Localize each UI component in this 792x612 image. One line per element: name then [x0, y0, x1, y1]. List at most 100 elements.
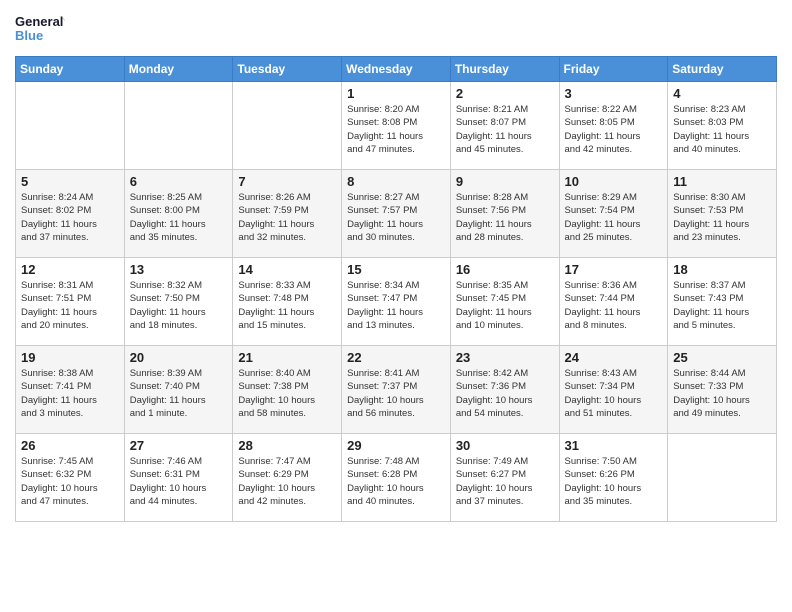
day-number: 8 — [347, 174, 445, 189]
day-number: 21 — [238, 350, 336, 365]
day-number: 7 — [238, 174, 336, 189]
day-cell: 18Sunrise: 8:37 AM Sunset: 7:43 PM Dayli… — [668, 258, 777, 346]
svg-text:Blue: Blue — [15, 28, 43, 43]
day-number: 29 — [347, 438, 445, 453]
day-number: 22 — [347, 350, 445, 365]
day-number: 18 — [673, 262, 771, 277]
day-cell: 12 Sunrise: 8:31 AM Sunset: 7:51 PM Dayli… — [16, 258, 125, 346]
day-number: 12 — [21, 262, 119, 277]
day-number: 27 — [130, 438, 228, 453]
day-cell: 26 Sunrise: 7:45 AM Sunset: 6:32 PM Dayli… — [16, 434, 125, 522]
day-cell: 20Sunrise: 8:39 AM Sunset: 7:40 PM Dayli… — [124, 346, 233, 434]
day-info: Sunrise: 8:27 AM Sunset: 7:57 PM Dayligh… — [347, 191, 445, 244]
day-cell: 28Sunrise: 7:47 AM Sunset: 6:29 PM Dayli… — [233, 434, 342, 522]
day-cell: 6Sunrise: 8:25 AM Sunset: 8:00 PM Daylig… — [124, 170, 233, 258]
day-info: Sunrise: 8:21 AM Sunset: 8:07 PM Dayligh… — [456, 103, 554, 156]
day-cell: 2 Sunrise: 8:21 AM Sunset: 8:07 PM Daylig… — [450, 82, 559, 170]
page: General Blue SundayMondayTuesdayWednesda… — [0, 0, 792, 612]
day-number: 3 — [565, 86, 663, 101]
day-info: Sunrise: 7:49 AM Sunset: 6:27 PM Dayligh… — [456, 455, 554, 508]
day-number: 26 — [21, 438, 119, 453]
day-number: 9 — [456, 174, 554, 189]
week-row-3: 19 Sunrise: 8:38 AM Sunset: 7:41 PM Dayli… — [16, 346, 777, 434]
day-cell: 16 Sunrise: 8:35 AM Sunset: 7:45 PM Dayli… — [450, 258, 559, 346]
day-info: Sunrise: 8:34 AM Sunset: 7:47 PM Dayligh… — [347, 279, 445, 332]
day-number: 11 — [673, 174, 771, 189]
day-number: 10 — [565, 174, 663, 189]
day-cell: 1 Sunrise: 8:20 AM Sunset: 8:08 PM Daylig… — [342, 82, 451, 170]
day-info: Sunrise: 8:20 AM Sunset: 8:08 PM Dayligh… — [347, 103, 445, 156]
day-info: Sunrise: 7:45 AM Sunset: 6:32 PM Dayligh… — [21, 455, 119, 508]
day-info: Sunrise: 7:48 AM Sunset: 6:28 PM Dayligh… — [347, 455, 445, 508]
week-row-0: 1 Sunrise: 8:20 AM Sunset: 8:08 PM Daylig… — [16, 82, 777, 170]
day-info: Sunrise: 8:44 AM Sunset: 7:33 PM Dayligh… — [673, 367, 771, 420]
day-cell: 29 Sunrise: 7:48 AM Sunset: 6:28 PM Dayli… — [342, 434, 451, 522]
day-info: Sunrise: 8:25 AM Sunset: 8:00 PM Dayligh… — [130, 191, 228, 244]
day-cell: 10 Sunrise: 8:29 AM Sunset: 7:54 PM Dayli… — [559, 170, 668, 258]
day-cell: 19 Sunrise: 8:38 AM Sunset: 7:41 PM Dayli… — [16, 346, 125, 434]
day-info: Sunrise: 8:42 AM Sunset: 7:36 PM Dayligh… — [456, 367, 554, 420]
day-number: 5 — [21, 174, 119, 189]
day-number: 15 — [347, 262, 445, 277]
day-info: Sunrise: 7:46 AM Sunset: 6:31 PM Dayligh… — [130, 455, 228, 508]
day-info: Sunrise: 8:30 AM Sunset: 7:53 PM Dayligh… — [673, 191, 771, 244]
day-number: 16 — [456, 262, 554, 277]
day-cell — [668, 434, 777, 522]
day-cell: 9 Sunrise: 8:28 AM Sunset: 7:56 PM Daylig… — [450, 170, 559, 258]
header-sunday: Sunday — [16, 57, 125, 82]
day-number: 20 — [130, 350, 228, 365]
day-info: Sunrise: 8:24 AM Sunset: 8:02 PM Dayligh… — [21, 191, 119, 244]
day-number: 1 — [347, 86, 445, 101]
day-info: Sunrise: 7:47 AM Sunset: 6:29 PM Dayligh… — [238, 455, 336, 508]
day-cell: 3Sunrise: 8:22 AM Sunset: 8:05 PM Daylig… — [559, 82, 668, 170]
day-info: Sunrise: 8:41 AM Sunset: 7:37 PM Dayligh… — [347, 367, 445, 420]
header-saturday: Saturday — [668, 57, 777, 82]
day-number: 4 — [673, 86, 771, 101]
day-info: Sunrise: 8:32 AM Sunset: 7:50 PM Dayligh… — [130, 279, 228, 332]
header-wednesday: Wednesday — [342, 57, 451, 82]
day-number: 19 — [21, 350, 119, 365]
day-number: 25 — [673, 350, 771, 365]
day-cell: 24 Sunrise: 8:43 AM Sunset: 7:34 PM Dayli… — [559, 346, 668, 434]
day-cell: 22 Sunrise: 8:41 AM Sunset: 7:37 PM Dayli… — [342, 346, 451, 434]
day-cell: 23 Sunrise: 8:42 AM Sunset: 7:36 PM Dayli… — [450, 346, 559, 434]
day-cell: 4 Sunrise: 8:23 AM Sunset: 8:03 PM Daylig… — [668, 82, 777, 170]
day-number: 30 — [456, 438, 554, 453]
day-number: 2 — [456, 86, 554, 101]
day-info: Sunrise: 8:35 AM Sunset: 7:45 PM Dayligh… — [456, 279, 554, 332]
day-cell: 17 Sunrise: 8:36 AM Sunset: 7:44 PM Dayli… — [559, 258, 668, 346]
day-number: 24 — [565, 350, 663, 365]
day-info: Sunrise: 8:28 AM Sunset: 7:56 PM Dayligh… — [456, 191, 554, 244]
day-info: Sunrise: 8:29 AM Sunset: 7:54 PM Dayligh… — [565, 191, 663, 244]
day-number: 17 — [565, 262, 663, 277]
day-info: Sunrise: 8:40 AM Sunset: 7:38 PM Dayligh… — [238, 367, 336, 420]
header-tuesday: Tuesday — [233, 57, 342, 82]
day-info: Sunrise: 8:38 AM Sunset: 7:41 PM Dayligh… — [21, 367, 119, 420]
day-info: Sunrise: 8:31 AM Sunset: 7:51 PM Dayligh… — [21, 279, 119, 332]
day-cell: 14 Sunrise: 8:33 AM Sunset: 7:48 PM Dayli… — [233, 258, 342, 346]
day-number: 14 — [238, 262, 336, 277]
day-number: 31 — [565, 438, 663, 453]
day-info: Sunrise: 8:33 AM Sunset: 7:48 PM Dayligh… — [238, 279, 336, 332]
day-cell — [233, 82, 342, 170]
week-row-1: 5 Sunrise: 8:24 AM Sunset: 8:02 PM Daylig… — [16, 170, 777, 258]
logo-svg: General Blue — [15, 10, 65, 48]
day-cell: 31Sunrise: 7:50 AM Sunset: 6:26 PM Dayli… — [559, 434, 668, 522]
header: General Blue — [15, 10, 777, 48]
svg-text:General: General — [15, 14, 63, 29]
day-cell: 11 Sunrise: 8:30 AM Sunset: 7:53 PM Dayli… — [668, 170, 777, 258]
day-cell: 7Sunrise: 8:26 AM Sunset: 7:59 PM Daylig… — [233, 170, 342, 258]
day-cell: 5 Sunrise: 8:24 AM Sunset: 8:02 PM Daylig… — [16, 170, 125, 258]
day-number: 23 — [456, 350, 554, 365]
day-cell: 13Sunrise: 8:32 AM Sunset: 7:50 PM Dayli… — [124, 258, 233, 346]
day-info: Sunrise: 8:36 AM Sunset: 7:44 PM Dayligh… — [565, 279, 663, 332]
day-cell: 15 Sunrise: 8:34 AM Sunset: 7:47 PM Dayli… — [342, 258, 451, 346]
day-info: Sunrise: 8:23 AM Sunset: 8:03 PM Dayligh… — [673, 103, 771, 156]
calendar-table: SundayMondayTuesdayWednesdayThursdayFrid… — [15, 56, 777, 522]
header-friday: Friday — [559, 57, 668, 82]
day-cell — [16, 82, 125, 170]
header-monday: Monday — [124, 57, 233, 82]
week-row-4: 26 Sunrise: 7:45 AM Sunset: 6:32 PM Dayli… — [16, 434, 777, 522]
day-info: Sunrise: 8:43 AM Sunset: 7:34 PM Dayligh… — [565, 367, 663, 420]
day-cell: 25 Sunrise: 8:44 AM Sunset: 7:33 PM Dayli… — [668, 346, 777, 434]
